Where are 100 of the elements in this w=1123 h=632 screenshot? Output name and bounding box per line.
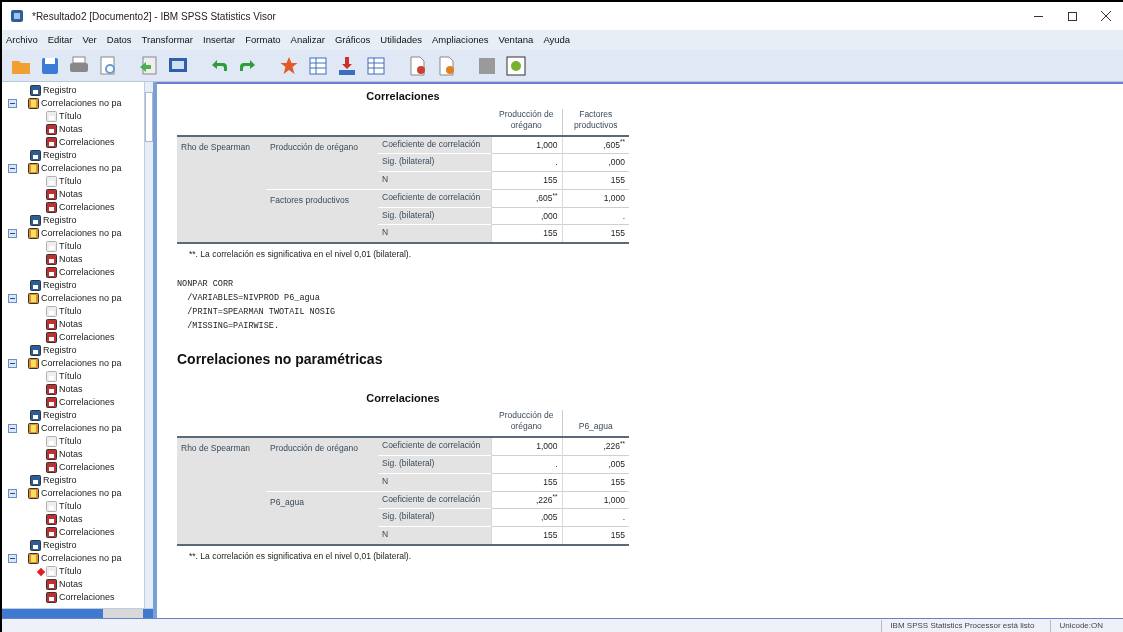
outline-item[interactable]: Correlaciones [59, 265, 115, 280]
menu-item[interactable]: Utilidades [380, 32, 422, 48]
table-page-icon [46, 137, 57, 148]
menu-item[interactable]: Ver [82, 32, 97, 48]
close-icon[interactable] [1101, 11, 1111, 21]
collapse-toggle[interactable] [8, 99, 17, 108]
outline-item[interactable]: Título [59, 564, 82, 579]
vertical-scrollbar[interactable] [144, 82, 153, 608]
variable-label: Factores productivos [266, 189, 378, 243]
syntax-line: /VARIABLES=NIVPROD P6_agua [186, 291, 321, 305]
outline-item[interactable]: Notas [59, 512, 83, 527]
statistic-label: Sig. (bilateral) [378, 508, 491, 527]
outline-item[interactable]: Notas [59, 577, 83, 592]
table-cell: ,005 [491, 508, 562, 527]
menu-item[interactable]: Analizar [290, 32, 325, 48]
outline-item[interactable]: Correlaciones [59, 525, 115, 540]
status-text: Unicode:ON [1050, 619, 1111, 632]
output-group-icon [28, 488, 39, 499]
menu-item[interactable]: Insertar [203, 32, 236, 48]
outline-item[interactable]: Notas [59, 252, 83, 267]
row-group-label: Rho de Spearman [177, 135, 266, 243]
column-header: Factores productivos [562, 108, 629, 136]
outline-item[interactable]: Título [59, 434, 82, 449]
outline-item[interactable]: Correlaciones [59, 460, 115, 475]
outline-item[interactable]: Registro [43, 83, 77, 98]
table-cell: ,226$^{**}$ [562, 437, 629, 456]
title-page-icon [46, 436, 57, 447]
log-icon [30, 410, 41, 421]
outline-item[interactable]: Correlaciones no pa [41, 96, 122, 111]
menu-item[interactable]: Editar [47, 32, 73, 48]
menu-item[interactable]: Ventana [498, 32, 534, 48]
menu-item[interactable]: Ayuda [543, 32, 571, 48]
collapse-toggle[interactable] [8, 424, 17, 433]
table-cell: 1,000 [491, 135, 562, 154]
table-cell: . [491, 153, 562, 172]
down-arrow-icon[interactable] [336, 54, 358, 77]
row-group-label: Rho de Spearman [177, 437, 266, 545]
table-cell: 155 [562, 171, 629, 190]
outline-item[interactable]: Registro [43, 213, 77, 228]
outline-item[interactable]: Registro [43, 473, 77, 488]
outline-item[interactable]: Correlaciones no pa [41, 291, 122, 306]
table-cell: 155 [562, 224, 629, 243]
outline-item[interactable]: Notas [59, 122, 83, 137]
outline-item[interactable]: Registro [43, 408, 77, 423]
notes-page-icon [46, 124, 57, 135]
table-page-icon [46, 202, 57, 213]
menu-item[interactable]: Gráficos [334, 32, 371, 48]
log-icon [30, 150, 41, 161]
notes-page-icon [46, 189, 57, 200]
collapse-toggle[interactable] [8, 554, 17, 563]
outline-item[interactable]: Correlaciones no pa [41, 551, 122, 566]
window-title: *Resultado2 [Documento2] - IBM SPSS Statistics Visor [32, 9, 276, 24]
outline-item[interactable]: Correlaciones no pa [41, 421, 122, 436]
collapse-toggle[interactable] [8, 294, 17, 303]
statistic-label: Sig. (bilateral) [378, 153, 491, 172]
collapse-toggle[interactable] [8, 164, 17, 173]
outline-item[interactable]: Notas [59, 447, 83, 462]
outline-item[interactable]: Título [59, 499, 82, 514]
section-heading: Correlaciones no paramétricas [177, 349, 384, 369]
outline-item[interactable]: Correlaciones [59, 330, 115, 345]
outline-item[interactable]: Correlaciones [59, 395, 115, 410]
outline-item[interactable]: Título [59, 239, 82, 254]
notes-page-icon [46, 319, 57, 330]
outline-item[interactable]: Título [59, 109, 82, 124]
document-arrow-icon[interactable] [138, 54, 160, 77]
outline-item[interactable]: Título [59, 174, 82, 189]
menu-item[interactable]: Datos [106, 32, 132, 48]
outline-item[interactable]: Correlaciones [59, 590, 115, 605]
title-page-icon [46, 371, 57, 382]
outline-item[interactable]: Correlaciones no pa [41, 486, 122, 501]
outline-item[interactable]: Correlaciones no pa [41, 161, 122, 176]
collapse-toggle[interactable] [8, 229, 17, 238]
column-header: P6_agua [562, 410, 629, 438]
outline-item[interactable]: Registro [43, 343, 77, 358]
menu-item[interactable]: Archivo [6, 32, 38, 48]
horizontal-scrollbar[interactable] [2, 608, 153, 618]
outline-item[interactable]: Correlaciones no pa [41, 356, 122, 371]
collapse-toggle[interactable] [8, 489, 17, 498]
variable-label: P6_agua [266, 491, 378, 545]
table-title: Correlaciones [365, 89, 441, 104]
outline-item[interactable]: Correlaciones [59, 200, 115, 215]
table-cell: 155 [562, 473, 629, 491]
outline-item[interactable]: Notas [59, 317, 83, 332]
table-cell: ,005 [562, 455, 629, 474]
menu-item[interactable]: Transformar [141, 32, 193, 48]
outline-item[interactable]: Registro [43, 278, 77, 293]
menu-item[interactable]: Formato [245, 32, 281, 48]
outline-item[interactable]: Título [59, 369, 82, 384]
outline-item[interactable]: Correlaciones [59, 135, 115, 150]
outline-item[interactable]: Notas [59, 382, 83, 397]
outline-item[interactable]: Título [59, 304, 82, 319]
outline-item[interactable]: Registro [43, 538, 77, 553]
outline-item[interactable]: Correlaciones no pa [41, 226, 122, 241]
outline-item[interactable]: Registro [43, 148, 77, 163]
title-page-icon [46, 566, 57, 577]
column-header: Producción de orégano [491, 410, 562, 438]
menu-item[interactable]: Ampliaciones [432, 32, 489, 48]
outline-item[interactable]: Notas [59, 187, 83, 202]
output-group-icon [28, 553, 39, 564]
collapse-toggle[interactable] [8, 359, 17, 368]
